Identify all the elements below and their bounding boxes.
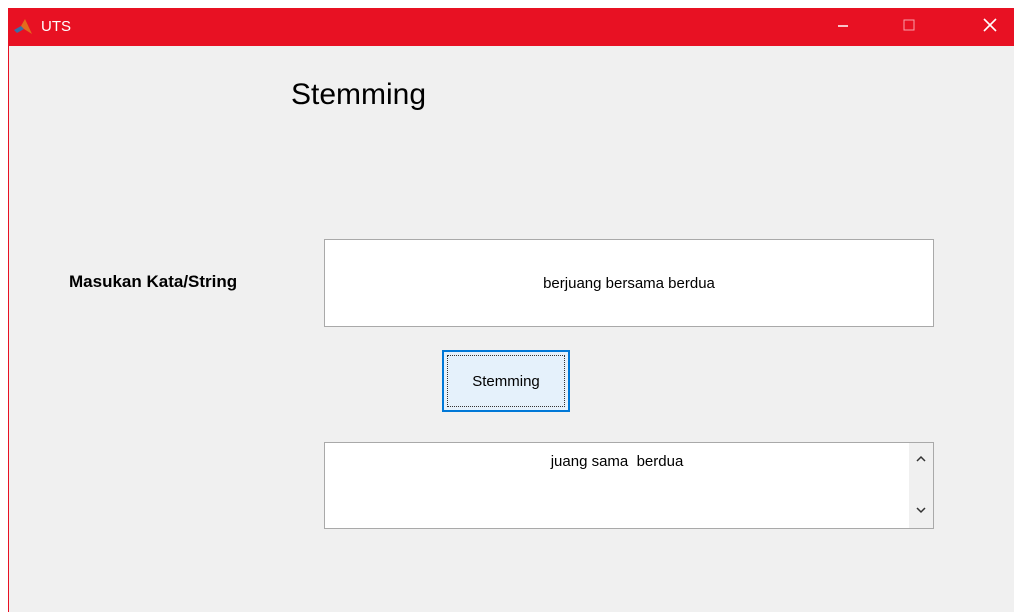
input-value: berjuang bersama berdua [543, 274, 715, 292]
maximize-icon [903, 18, 915, 36]
page-title: Stemming [291, 78, 427, 111]
app-window: UTS Stemming Masukan Kata/String berjuan… [8, 8, 1014, 612]
stemming-button-label: Stemming [472, 372, 540, 390]
input-field[interactable]: berjuang bersama berdua [324, 239, 934, 327]
title-bar[interactable]: UTS [9, 8, 1014, 46]
chevron-down-icon [915, 503, 927, 521]
output-scrollbar[interactable] [909, 443, 933, 528]
minimize-icon [837, 18, 849, 36]
output-value: juang sama berdua [550, 453, 684, 470]
close-button[interactable] [967, 8, 1013, 46]
minimize-button[interactable] [820, 8, 866, 46]
output-field[interactable]: juang sama berdua [324, 442, 934, 529]
maximize-button[interactable] [886, 8, 932, 46]
window-title: UTS [41, 18, 71, 35]
input-label: Masukan Kata/String [69, 272, 238, 291]
stemming-button[interactable]: Stemming [442, 350, 570, 412]
matlab-icon [13, 17, 33, 37]
close-icon [982, 17, 998, 38]
chevron-up-icon [915, 452, 927, 470]
scroll-up-button[interactable] [909, 449, 933, 473]
scroll-down-button[interactable] [909, 500, 933, 524]
